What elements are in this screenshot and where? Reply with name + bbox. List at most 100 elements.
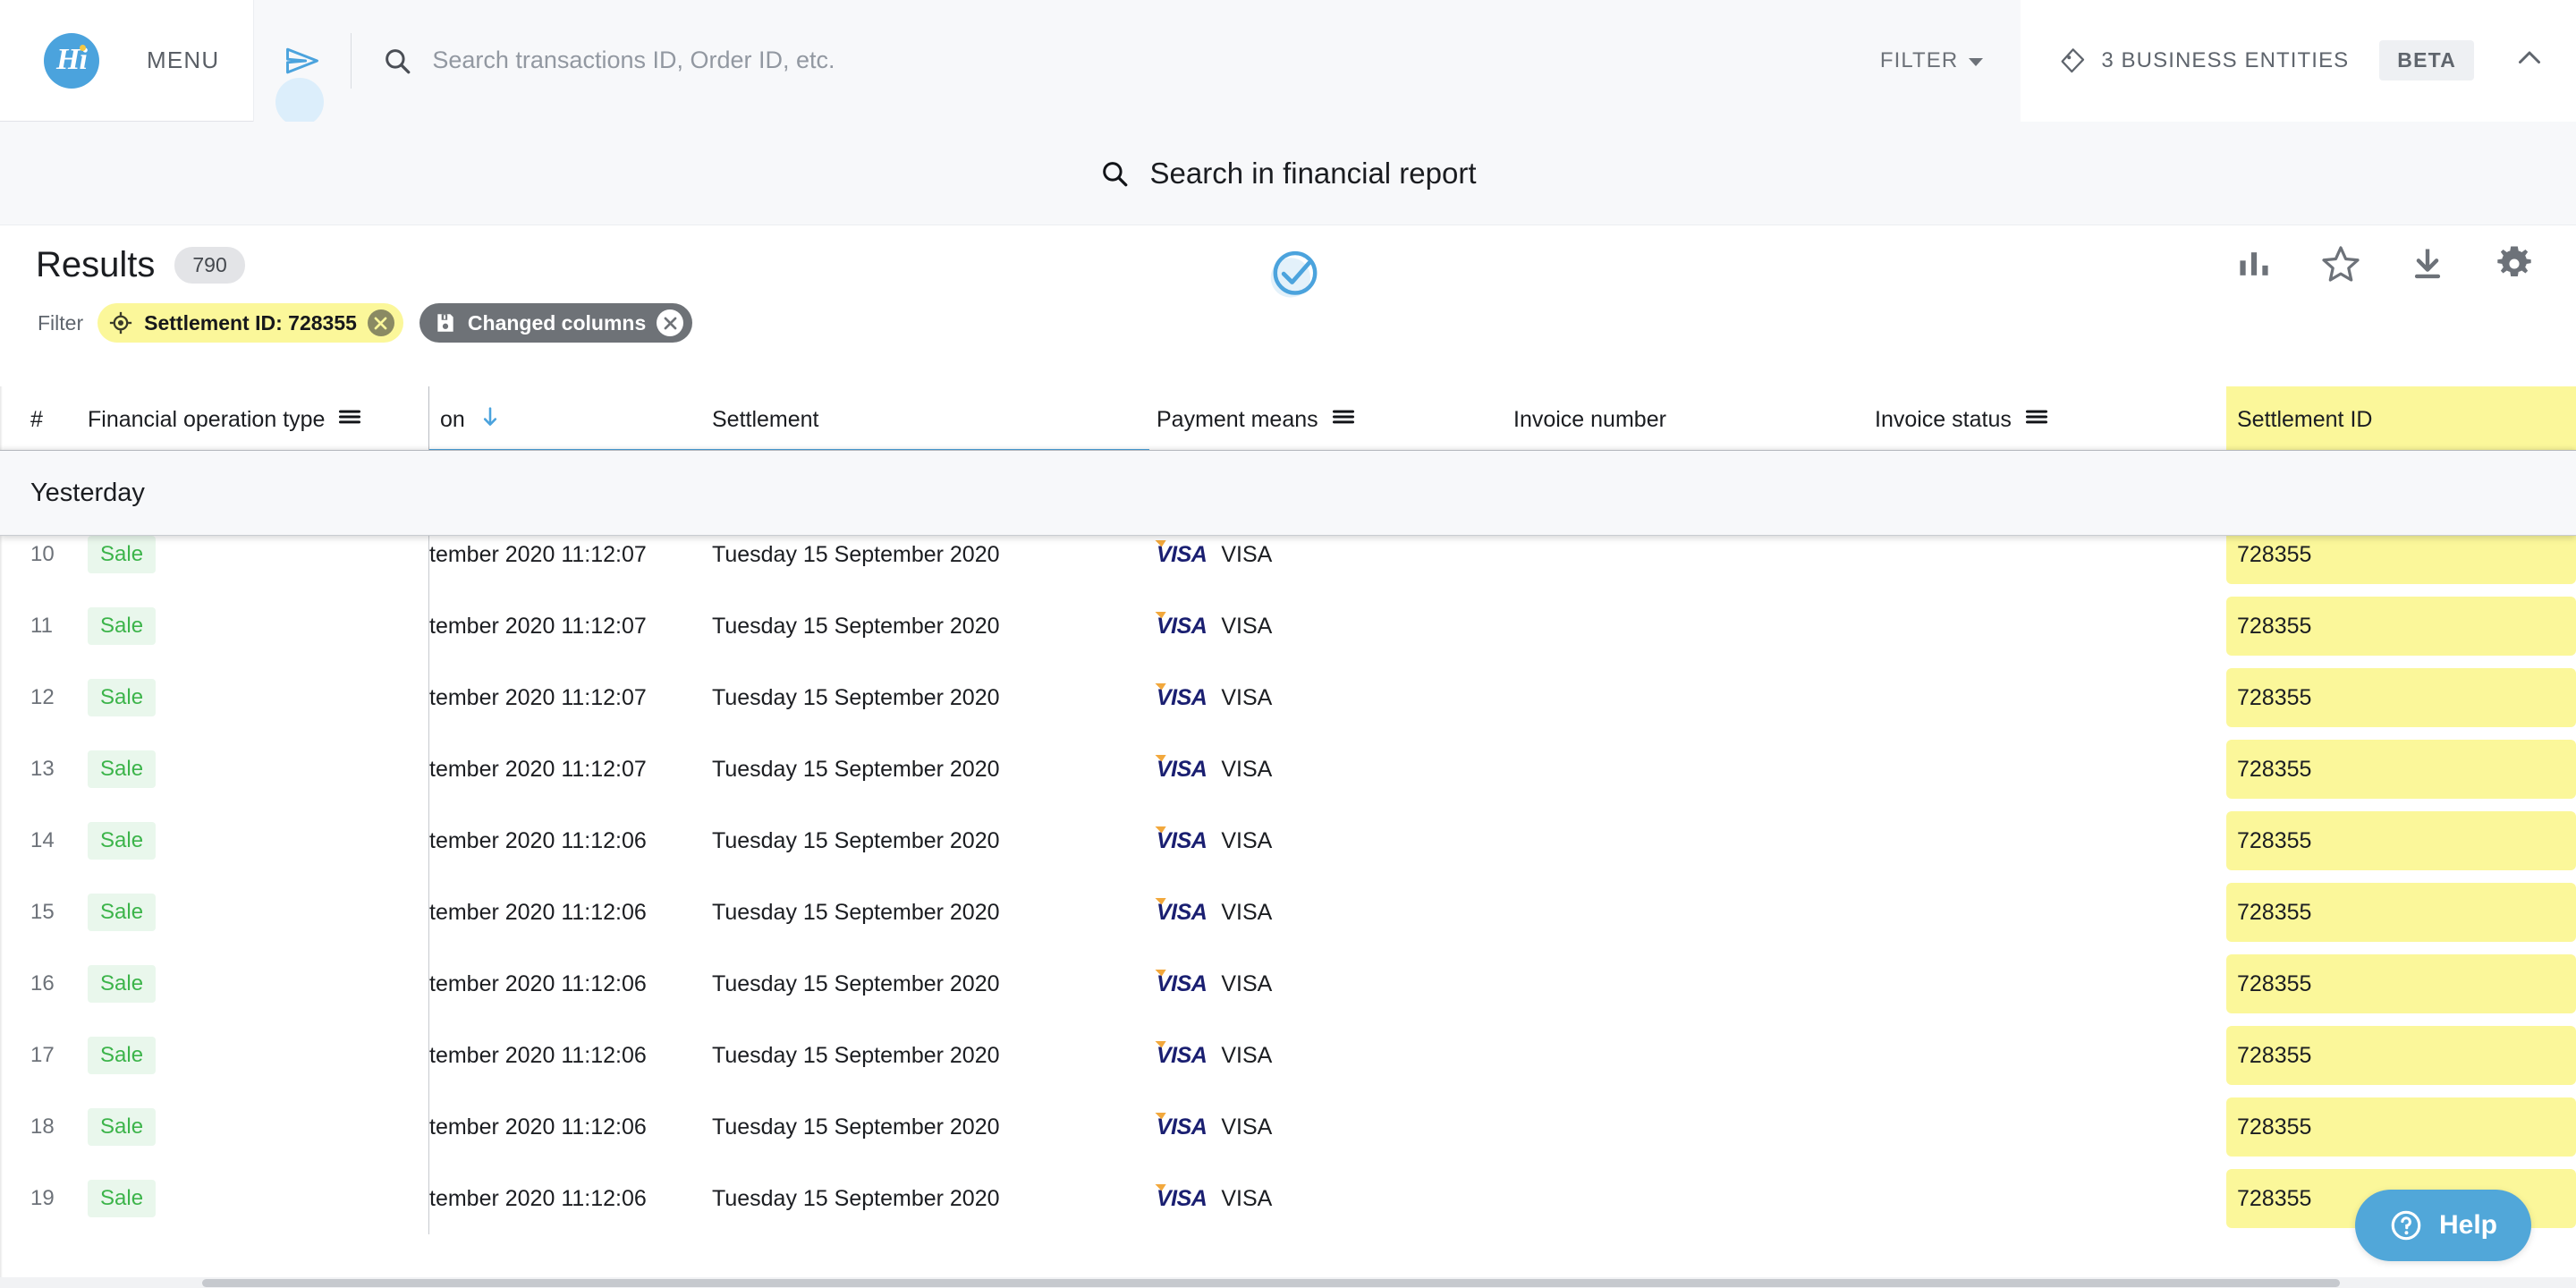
cell-settlement-id: 728355 [2226,668,2576,727]
filter-chip-changed-columns[interactable]: Changed columns [419,303,693,343]
payment-means-label: VISA [1221,756,1273,782]
cell-index: 13 [30,757,55,781]
filter-label: Filter [38,310,84,335]
topbar-right-cluster: 3 BUSINESS ENTITIES BETA [2021,0,2576,122]
visa-logo-icon: VISA [1157,1114,1208,1140]
status-check-indicator [1258,238,1332,316]
cell-payment-means: VISA VISA [1157,1091,1272,1163]
cell-financial-operation-type: Sale [88,877,157,948]
business-entities-selector[interactable]: 3 BUSINESS ENTITIES [2058,47,2349,75]
column-header-settlement-id[interactable]: Settlement ID [2226,386,2576,453]
table-header-row: # Financial operation type on Settlement… [0,386,2576,453]
horizontal-scrollbar[interactable] [0,1277,2576,1288]
group-banner-label: Yesterday [30,478,145,507]
search-icon [386,48,411,73]
cell-payment-means: VISA VISA [1157,1163,1272,1234]
column-header-label: Settlement [712,406,819,432]
global-search-placeholder: Search transactions ID, Order ID, etc. [432,47,835,73]
column-header-transaction-date[interactable]: on [440,386,503,453]
cell-settlement-id: 728355 [2226,740,2576,799]
table-row[interactable]: 13 Sale tember 2020 11:12:07 Tuesday 15 Sep… [0,733,2576,805]
cell-payment-means: VISA VISA [1157,1020,1272,1091]
table-row[interactable]: 19 Sale tember 2020 11:12:06 Tuesday 15 Sep… [0,1163,2576,1234]
cell-settlement-id: 728355 [2226,597,2576,656]
collapse-header-button[interactable] [2513,42,2546,79]
column-header-financial-operation-type[interactable]: Financial operation type [88,386,362,453]
download-icon[interactable] [2408,244,2447,288]
status-badge: Sale [88,1180,157,1217]
column-resize-divider[interactable] [428,386,429,453]
save-icon [437,314,453,332]
app-logo[interactable]: Hi [0,32,143,89]
payment-means-label: VISA [1221,1185,1273,1211]
table-body: 10 Sale tember 2020 11:12:07 Tuesday 15 Sep… [0,453,2576,1234]
table-row[interactable]: 14 Sale tember 2020 11:12:06 Tuesday 15 Sep… [0,805,2576,877]
horizontal-scrollbar-thumb[interactable] [202,1279,2340,1287]
close-icon[interactable] [657,309,684,336]
help-button-label: Help [2438,1210,2497,1240]
chart-icon[interactable] [2234,244,2274,288]
status-badge: Sale [88,894,157,931]
group-banner-yesterday: Yesterday [0,450,2576,536]
column-header-index[interactable]: # [30,386,43,453]
sort-descending-icon[interactable] [478,404,503,436]
column-menu-icon[interactable] [1331,404,1356,436]
visa-logo-icon: VISA [1157,1042,1208,1068]
search-zone: Search transactions ID, Order ID, etc. F… [253,0,2021,126]
cell-settlement-date: Tuesday 15 September 2020 [712,684,1000,710]
visa-logo-icon: VISA [1157,756,1208,782]
cell-transaction-date: tember 2020 11:12:06 [429,970,647,996]
table-row[interactable]: 17 Sale tember 2020 11:12:06 Tuesday 15 Sep… [0,1020,2576,1091]
help-button[interactable]: Help [2354,1190,2531,1261]
cell-transaction-date: tember 2020 11:12:06 [429,899,647,925]
visa-logo-icon: VISA [1157,684,1208,710]
column-menu-icon[interactable] [337,404,362,436]
gear-icon[interactable] [2494,243,2535,289]
column-header-invoice-status[interactable]: Invoice status [1875,386,2049,453]
chevron-down-icon [1969,57,1984,66]
status-badge: Sale [88,607,157,645]
cell-payment-means: VISA VISA [1157,662,1272,733]
logo-circle: Hi [44,32,99,89]
filter-chip-label: Changed columns [467,310,647,335]
close-icon[interactable] [367,309,394,336]
check-circle-icon [1270,250,1318,298]
payment-means-label: VISA [1221,541,1273,567]
cell-index: 12 [30,685,55,709]
filter-chip-settlement-id[interactable]: Settlement ID: 728355 [97,303,403,343]
cell-settlement-date: Tuesday 15 September 2020 [712,1114,1000,1140]
send-button[interactable] [254,41,351,126]
filter-dropdown-button[interactable]: FILTER [1849,0,2021,122]
global-search-field[interactable]: Search transactions ID, Order ID, etc. [352,46,1849,76]
logo-accent-dot [80,44,86,51]
menu-button[interactable]: MENU [147,47,219,74]
cell-payment-means: VISA VISA [1157,948,1272,1020]
cell-settlement-date: Tuesday 15 September 2020 [712,899,1000,925]
payment-means-label: VISA [1221,970,1273,996]
cell-payment-means: VISA VISA [1157,733,1272,805]
table-row[interactable]: 15 Sale tember 2020 11:12:06 Tuesday 15 Sep… [0,877,2576,948]
tag-icon [2061,47,2085,72]
visa-logo-icon: VISA [1157,970,1208,996]
table-row[interactable]: 11 Sale tember 2020 11:12:07 Tuesday 15 Sep… [0,590,2576,662]
cell-settlement-id: 728355 [2226,811,2576,870]
table-row[interactable]: 18 Sale tember 2020 11:12:06 Tuesday 15 Sep… [0,1091,2576,1163]
column-header-label: Invoice status [1875,406,2012,432]
payment-means-label: VISA [1221,684,1273,710]
column-header-settlement[interactable]: Settlement [712,386,819,453]
cell-settlement-id: 728355 [2226,883,2576,942]
table-row[interactable]: 16 Sale tember 2020 11:12:06 Tuesday 15 Sep… [0,948,2576,1020]
column-header-payment-means[interactable]: Payment means [1157,386,1356,453]
column-header-invoice-number[interactable]: Invoice number [1513,386,1666,453]
status-badge: Sale [88,679,157,716]
star-icon[interactable] [2320,243,2361,289]
financial-report-search-bar[interactable]: Search in financial report [0,122,2576,225]
column-header-label: Financial operation type [88,406,326,432]
cell-index: 11 [30,614,53,638]
send-icon [286,47,319,73]
column-menu-icon[interactable] [2024,404,2049,436]
table-row[interactable]: 12 Sale tember 2020 11:12:07 Tuesday 15 Sep… [0,662,2576,733]
cell-financial-operation-type: Sale [88,590,157,662]
cell-financial-operation-type: Sale [88,1020,157,1091]
cell-settlement-id: 728355 [2226,954,2576,1013]
